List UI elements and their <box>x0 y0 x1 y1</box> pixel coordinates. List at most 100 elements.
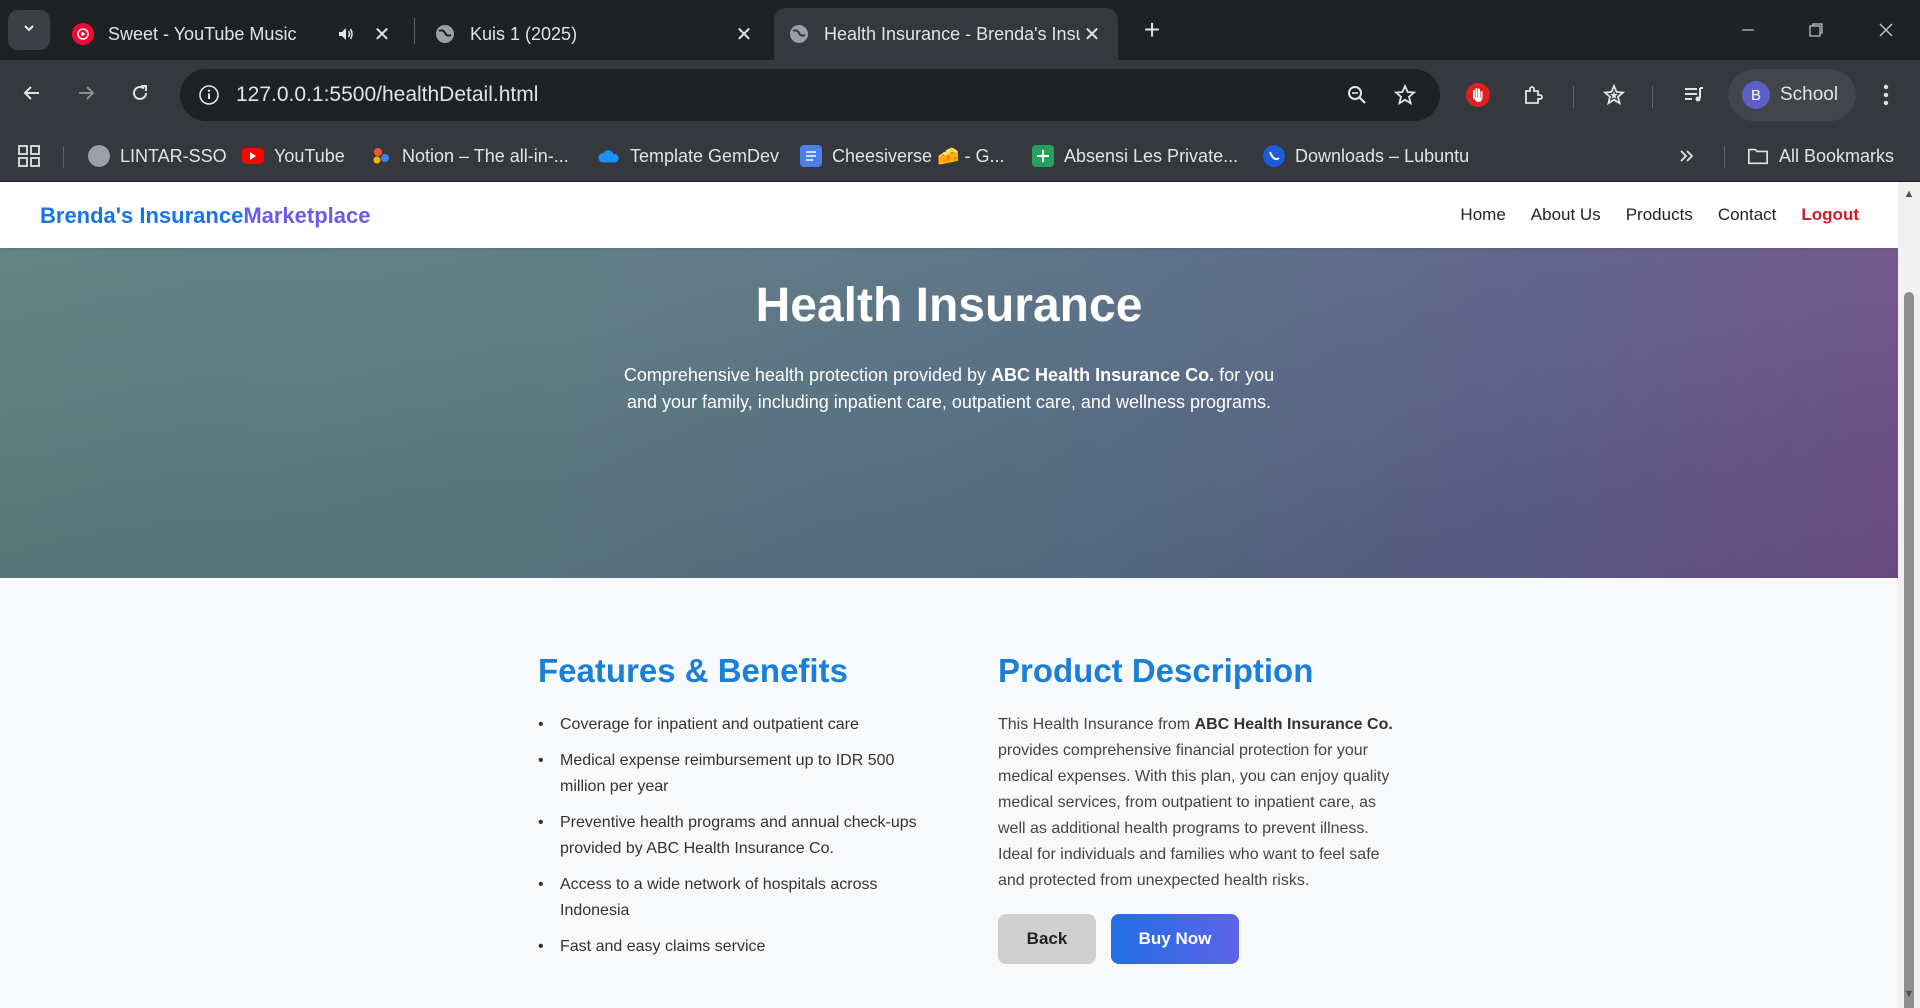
buy-now-button[interactable]: Buy Now <box>1111 914 1239 964</box>
lubuntu-icon <box>1263 145 1285 167</box>
toolbar-divider <box>1652 86 1653 108</box>
all-bookmarks-button[interactable]: All Bookmarks <box>1747 142 1894 170</box>
description-text: provides comprehensive financial protect… <box>998 742 1390 889</box>
restore-button[interactable] <box>1788 10 1844 50</box>
zoom-icon[interactable] <box>1342 80 1372 110</box>
tab-strip: Sweet - YouTube Music ✕ Kuis 1 (2025) ✕ … <box>0 0 1920 60</box>
arrow-left-icon <box>21 82 43 109</box>
url-text[interactable]: 127.0.0.1:5500/healthDetail.html <box>236 83 538 107</box>
profile-name: School <box>1780 84 1839 105</box>
page-title: Health Insurance <box>755 279 1143 332</box>
folder-icon <box>1747 145 1769 167</box>
bookmark-template-gemdev[interactable]: Template GemDev <box>598 142 779 170</box>
bookmarks-divider <box>1724 146 1725 168</box>
all-bookmarks-label: All Bookmarks <box>1779 145 1895 166</box>
site-navbar: Brenda's InsuranceMarketplace Home About… <box>0 182 1898 248</box>
brand-part-2: Marketplace <box>243 203 371 228</box>
nav-home[interactable]: Home <box>1460 205 1505 225</box>
close-tab-icon[interactable]: ✕ <box>1080 22 1104 46</box>
tab-search-button[interactable] <box>8 10 50 50</box>
scrollbar-thumb[interactable] <box>1904 292 1914 1008</box>
globe-icon <box>788 23 810 45</box>
site-logo[interactable]: Brenda's InsuranceMarketplace <box>40 203 371 229</box>
bookmark-notion[interactable]: Notion – The all-in-... <box>370 142 569 170</box>
back-button-page[interactable]: Back <box>998 914 1096 964</box>
back-button[interactable] <box>12 75 52 115</box>
close-tab-icon[interactable]: ✕ <box>732 22 756 46</box>
bookmark-star-icon[interactable] <box>1390 80 1420 110</box>
scroll-down-arrow-icon[interactable]: ▼ <box>1903 988 1915 1000</box>
bookmark-youtube[interactable]: YouTube <box>242 142 345 170</box>
close-window-button[interactable] <box>1858 10 1914 50</box>
bookmarks-bar: LINTAR-SSO YouTube Notion – The all-in-.… <box>0 130 1920 182</box>
onedrive-icon <box>598 145 620 167</box>
nav-links: Home About Us Products Contact Logout <box>1460 205 1859 225</box>
hero-banner: Health Insurance Comprehensive health pr… <box>0 248 1898 578</box>
features-title: Features & Benefits <box>538 652 848 689</box>
media-queue-icon[interactable] <box>1674 75 1714 115</box>
bookmark-cheesiverse[interactable]: Cheesiverse 🧀 - G... <box>800 142 1004 170</box>
forward-button[interactable] <box>66 75 106 115</box>
nav-products[interactable]: Products <box>1626 205 1693 225</box>
tab-title: Sweet - YouTube Music <box>108 23 297 44</box>
extensions-puzzle-icon[interactable] <box>1514 75 1554 115</box>
more-bookmarks-icon[interactable] <box>1678 142 1696 170</box>
profile-button[interactable]: B School <box>1728 69 1856 121</box>
description-text: This Health Insurance from <box>998 716 1195 733</box>
globe-icon <box>88 145 110 167</box>
toolbar-divider <box>1573 86 1574 108</box>
bookmark-label: YouTube <box>274 145 345 166</box>
bookmark-label: Template GemDev <box>630 145 780 166</box>
arrow-right-icon <box>75 82 97 109</box>
bookmark-label: LINTAR-SSO <box>120 145 227 166</box>
scroll-up-arrow-icon[interactable]: ▲ <box>1903 188 1915 200</box>
apps-grid-icon[interactable] <box>18 142 40 170</box>
tab-kuis[interactable]: Kuis 1 (2025) ✕ <box>420 8 770 60</box>
hero-text: Comprehensive health protection provided… <box>623 365 992 385</box>
address-bar[interactable]: 127.0.0.1:5500/healthDetail.html <box>180 69 1440 121</box>
tab-title: Health Insurance - Brenda's Insu <box>824 23 1080 44</box>
extension-red-hand-icon[interactable] <box>1458 75 1498 115</box>
page-viewport: Brenda's InsuranceMarketplace Home About… <box>0 182 1898 1008</box>
features-list: Coverage for inpatient and outpatient ca… <box>538 712 938 970</box>
docs-icon <box>800 145 822 167</box>
nav-contact[interactable]: Contact <box>1718 205 1777 225</box>
tab-health-insurance[interactable]: Health Insurance - Brenda's Insu ✕ <box>774 8 1118 60</box>
nav-about-us[interactable]: About Us <box>1531 205 1601 225</box>
reload-button[interactable] <box>120 75 160 115</box>
bookmark-label: Downloads – Lubuntu <box>1295 145 1470 166</box>
avatar: B <box>1742 81 1770 109</box>
hero-company: ABC Health Insurance Co. <box>991 365 1215 385</box>
hero-description: Comprehensive health protection provided… <box>614 362 1284 416</box>
list-item: Medical expense reimbursement up to IDR … <box>538 748 938 800</box>
tab-youtube-music[interactable]: Sweet - YouTube Music ✕ <box>58 8 408 60</box>
globe-icon <box>434 23 456 45</box>
tab-title: Kuis 1 (2025) <box>470 23 578 44</box>
bookmark-label: Cheesiverse 🧀 - G... <box>832 145 1005 166</box>
page-scrollbar[interactable]: ▲ ▼ <box>1898 182 1920 1008</box>
bookmark-lintar-sso[interactable]: LINTAR-SSO <box>88 142 227 170</box>
reading-star-icon[interactable] <box>1594 75 1634 115</box>
bookmark-label: Notion – The all-in-... <box>402 145 569 166</box>
product-description: This Health Insurance from ABC Health In… <box>998 712 1398 894</box>
sheets-icon <box>1032 145 1054 167</box>
reload-icon <box>129 82 151 109</box>
tab-divider <box>414 18 415 44</box>
speaker-icon[interactable] <box>334 22 358 46</box>
brand-part-1: Brenda's Insurance <box>40 203 244 228</box>
nav-logout[interactable]: Logout <box>1801 205 1859 225</box>
notion-icon <box>370 145 392 167</box>
bookmark-label: Absensi Les Private... <box>1064 145 1239 166</box>
browser-toolbar: 127.0.0.1:5500/healthDetail.html B Schoo… <box>0 60 1920 130</box>
list-item: Access to a wide network of hospitals ac… <box>538 872 938 924</box>
new-tab-button[interactable]: + <box>1134 12 1170 48</box>
kebab-menu-icon[interactable] <box>1866 75 1906 115</box>
youtube-music-icon <box>72 23 94 45</box>
plus-icon: + <box>1143 14 1161 45</box>
close-tab-icon[interactable]: ✕ <box>370 22 394 46</box>
minimize-button[interactable] <box>1720 10 1776 50</box>
bookmark-downloads-lubuntu[interactable]: Downloads – Lubuntu <box>1263 142 1469 170</box>
bookmark-absensi[interactable]: Absensi Les Private... <box>1032 142 1238 170</box>
description-company: ABC Health Insurance Co. <box>1194 716 1393 733</box>
site-info-icon[interactable] <box>194 80 224 110</box>
